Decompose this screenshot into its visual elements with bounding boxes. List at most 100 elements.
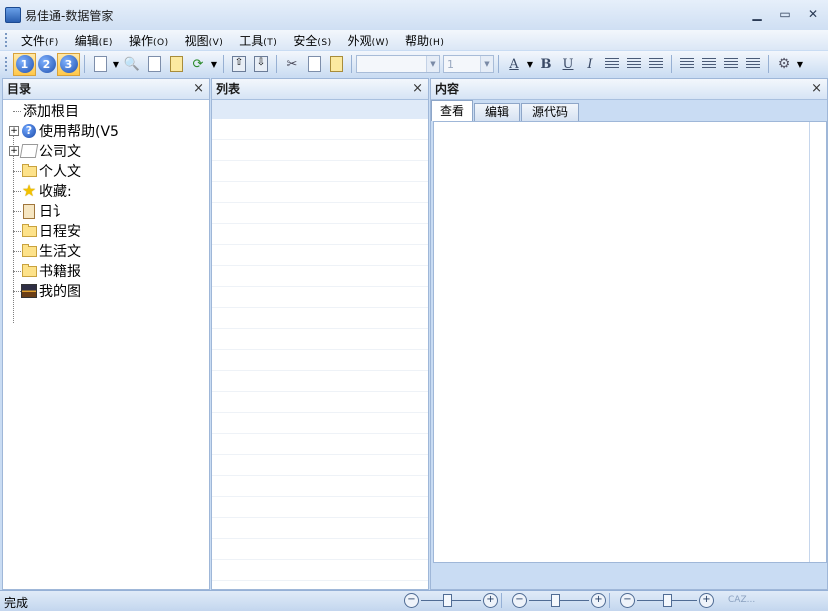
font-name-select[interactable]: ▼ (356, 55, 440, 73)
menu-edit[interactable]: 编辑(E) (67, 32, 121, 49)
toolbar-separator (671, 55, 672, 73)
copy-button[interactable] (304, 54, 324, 74)
tree-item-label: 使用帮助(V5 (39, 124, 119, 140)
zoom-out-button[interactable]: − (620, 593, 635, 608)
indent-button[interactable] (743, 54, 763, 74)
toolbar-grip[interactable] (5, 57, 7, 71)
menu-help[interactable]: 帮助(H) (397, 32, 452, 49)
folder-icon (21, 243, 37, 259)
content-scrollbar[interactable] (809, 122, 826, 562)
outdent-button[interactable] (721, 54, 741, 74)
menu-view[interactable]: 视图(V) (177, 32, 232, 49)
zoom-slider-thumb[interactable] (551, 594, 560, 607)
list-column-header[interactable] (212, 100, 428, 119)
toolbar-overflow-icon[interactable]: ▼ (796, 54, 804, 74)
minimize-button[interactable]: ▁ (748, 6, 766, 22)
tree-item-favorites[interactable]: ★ 收藏: (3, 181, 209, 201)
maximize-button[interactable]: ▭ (776, 6, 794, 22)
list-pane-header: 列表 × (212, 79, 428, 100)
font-color-dropdown-arrow-icon[interactable]: ▼ (526, 54, 534, 74)
list-pane-close-icon[interactable]: × (412, 80, 423, 98)
zoom-control-tree: − + (404, 593, 505, 608)
zoom-slider[interactable] (637, 594, 697, 607)
content-pane-close-icon[interactable]: × (811, 80, 822, 98)
new-document-button[interactable] (90, 54, 110, 74)
content-pane-header: 内容 × (431, 79, 827, 100)
font-color-button[interactable]: A (504, 54, 524, 74)
tree-item-life-docs[interactable]: 生活文 (3, 241, 209, 261)
tree-pane: 目录 × 添加根目 + ? 使用帮助(V5 + 公司文 个人文 ★ 收藏: 日讠… (2, 78, 210, 590)
font-size-select[interactable]: 1 ▼ (443, 55, 494, 73)
tab-source[interactable]: 源代码 (521, 103, 580, 121)
tools-button[interactable]: ⚙ (774, 54, 794, 74)
tree-item-company-docs[interactable]: + 公司文 (3, 141, 209, 161)
new-document-icon (93, 56, 107, 72)
zoom-slider-thumb[interactable] (443, 594, 452, 607)
refresh-dropdown-arrow-icon[interactable]: ▼ (210, 54, 218, 74)
paste-button[interactable] (326, 54, 346, 74)
tree-item-books[interactable]: 书籍报 (3, 261, 209, 281)
tree-item-personal-docs[interactable]: 个人文 (3, 161, 209, 181)
content-viewer[interactable] (433, 121, 827, 563)
menu-file[interactable]: 文件(F) (13, 32, 67, 49)
expand-icon[interactable]: + (9, 146, 19, 156)
underline-button[interactable]: U (558, 54, 578, 74)
document-button[interactable] (144, 54, 164, 74)
menu-operate[interactable]: 操作(O) (121, 32, 177, 49)
toolbar-separator (84, 55, 85, 73)
item-list[interactable] (212, 119, 428, 589)
note-icon (19, 143, 39, 159)
status-separator (609, 593, 610, 608)
tab-view[interactable]: 查看 (431, 100, 474, 121)
tree-item-schedule[interactable]: 日程安 (3, 221, 209, 241)
cut-button[interactable]: ✂ (282, 54, 302, 74)
move-up-button[interactable]: ⇧ (229, 54, 249, 74)
menu-appearance[interactable]: 外观(W) (340, 32, 397, 49)
note-button[interactable] (166, 54, 186, 74)
toolbar: 1 2 3 ▼ 🔍 ⟳ ▼ ⇧ ⇩ ✂ ▼ 1 ▼ A ▼ B U I ⚙ ▼ (0, 51, 828, 77)
zoom-slider-thumb[interactable] (663, 594, 672, 607)
zoom-control-content: − + (620, 593, 714, 608)
tree-item-label: 公司文 (39, 144, 81, 160)
tree-item-diary[interactable]: 日讠 (3, 201, 209, 221)
close-button[interactable]: ✕ (804, 6, 822, 22)
tree-item-add-root[interactable]: 添加根目 (3, 101, 209, 121)
status-bar: 完成 − + − + − + CAZ... (0, 590, 828, 611)
zoom-in-button[interactable]: + (483, 593, 498, 608)
menu-security[interactable]: 安全(S) (285, 32, 339, 49)
tree-item-help[interactable]: + ? 使用帮助(V5 (3, 121, 209, 141)
move-down-button[interactable]: ⇩ (251, 54, 271, 74)
align-center-button[interactable] (624, 54, 644, 74)
zoom-slider[interactable] (529, 594, 589, 607)
folder-icon (21, 163, 37, 179)
status-text: 完成 (4, 596, 29, 610)
new-dropdown-arrow-icon[interactable]: ▼ (112, 54, 120, 74)
layout-3-button[interactable]: 3 (57, 52, 80, 76)
align-left-button[interactable] (602, 54, 622, 74)
tree-item-label: 书籍报 (39, 264, 81, 280)
window-controls: ▁ ▭ ✕ (748, 6, 822, 22)
italic-button[interactable]: I (580, 54, 600, 74)
tree-connector (13, 211, 21, 212)
bullet-list-icon (702, 58, 716, 70)
align-right-button[interactable] (646, 54, 666, 74)
zoom-in-button[interactable]: + (699, 593, 714, 608)
bullet-list-button[interactable] (699, 54, 719, 74)
menu-tools[interactable]: 工具(T) (231, 32, 285, 49)
zoom-out-button[interactable]: − (404, 593, 419, 608)
tree-item-my-pictures[interactable]: 我的图 (3, 281, 209, 301)
zoom-out-button[interactable]: − (512, 593, 527, 608)
menu-grip[interactable] (5, 33, 7, 47)
search-button[interactable]: 🔍 (122, 54, 142, 74)
tree-pane-close-icon[interactable]: × (193, 80, 204, 98)
layout-2-button[interactable]: 2 (36, 54, 57, 75)
tab-edit[interactable]: 编辑 (474, 103, 521, 121)
layout-1-button[interactable]: 1 (13, 52, 36, 76)
zoom-slider[interactable] (421, 594, 481, 607)
refresh-button[interactable]: ⟳ (188, 54, 208, 74)
numbered-list-button[interactable] (677, 54, 697, 74)
folder-icon (21, 223, 37, 239)
bold-button[interactable]: B (536, 54, 556, 74)
expand-icon[interactable]: + (9, 126, 19, 136)
zoom-in-button[interactable]: + (591, 593, 606, 608)
